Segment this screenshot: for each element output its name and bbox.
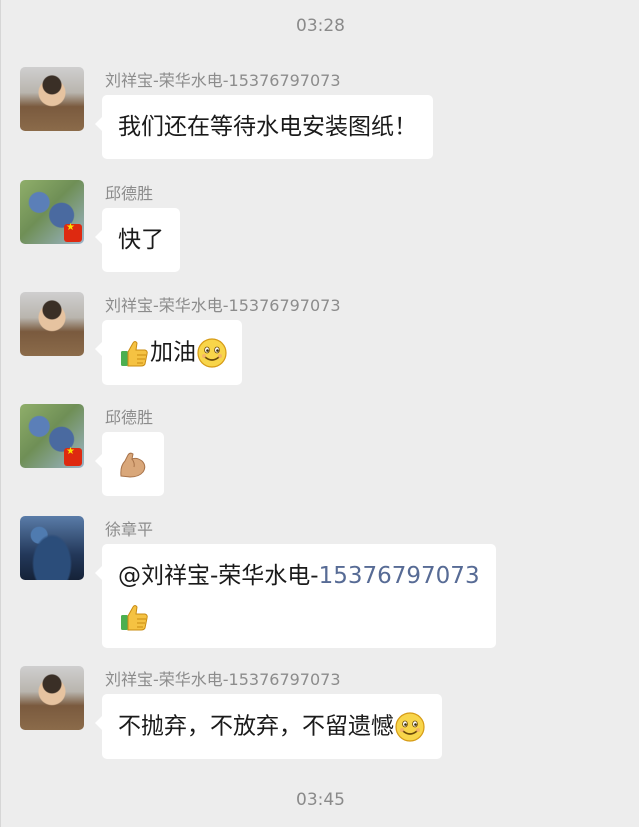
flexed-biceps-icon — [117, 449, 149, 481]
avatar[interactable] — [20, 67, 84, 131]
message-bubble[interactable]: 不抛弃，不放弃，不留遗憾 — [95, 694, 442, 759]
sender-name: 刘祥宝-荣华水电-15376797073 — [105, 670, 341, 689]
avatar[interactable] — [20, 180, 84, 244]
message-bubble[interactable]: 我们还在等待水电安装图纸！ — [95, 95, 433, 159]
message-text: 不抛弃，不放弃，不留遗憾 — [118, 713, 394, 740]
message-bubble[interactable]: 加油 — [95, 320, 242, 385]
timestamp: 03:45 — [296, 790, 345, 810]
avatar[interactable] — [20, 666, 84, 730]
avatar[interactable] — [20, 516, 84, 580]
message-text: 我们还在等待水电安装图纸！ — [118, 114, 417, 140]
message-text: 加油 — [150, 339, 196, 366]
mention-text[interactable]: @刘祥宝-荣华水电- — [118, 563, 319, 589]
message-bubble[interactable] — [95, 432, 164, 496]
message-text: 快了 — [118, 227, 164, 253]
flag-icon — [64, 446, 82, 466]
avatar[interactable] — [20, 404, 84, 468]
avatar[interactable] — [20, 292, 84, 356]
phone-number-link[interactable]: 15376797073 — [319, 563, 480, 589]
message-bubble[interactable]: 快了 — [95, 208, 180, 272]
sender-name: 邱德胜 — [105, 408, 154, 427]
thumbs-up-icon — [118, 337, 150, 369]
timestamp: 03:28 — [296, 16, 345, 36]
thumbs-up-icon — [118, 601, 150, 633]
sender-name: 刘祥宝-荣华水电-15376797073 — [105, 71, 341, 90]
flag-icon — [64, 222, 82, 242]
message-bubble[interactable]: @刘祥宝-荣华水电-15376797073 — [95, 544, 496, 648]
smile-icon — [196, 337, 228, 369]
sender-name: 刘祥宝-荣华水电-15376797073 — [105, 296, 341, 315]
smile-icon — [394, 711, 426, 743]
sender-name: 邱德胜 — [105, 184, 154, 203]
sender-name: 徐章平 — [105, 520, 154, 539]
